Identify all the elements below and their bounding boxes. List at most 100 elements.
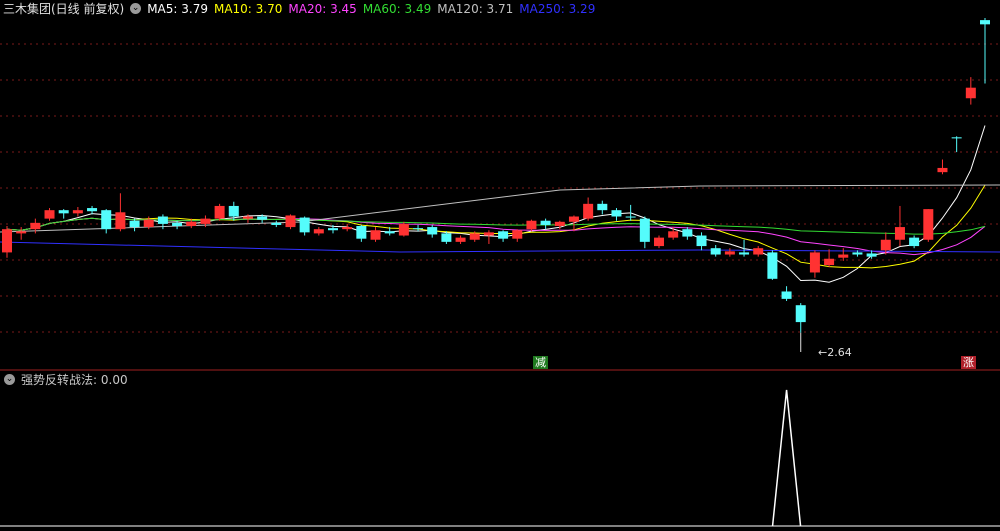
candle-body — [72, 210, 83, 214]
candle — [809, 250, 820, 278]
candle — [597, 200, 608, 215]
candle — [285, 214, 296, 230]
candle — [271, 220, 282, 228]
candle — [16, 227, 27, 240]
candle — [668, 227, 679, 240]
indicator-value: : 0.00 — [93, 373, 128, 387]
candle-body — [739, 252, 750, 255]
candle-body — [427, 227, 438, 235]
candle-body — [512, 230, 523, 239]
candle — [2, 226, 12, 258]
candle — [455, 235, 466, 244]
candle-body — [143, 219, 154, 228]
candle-body — [469, 233, 480, 240]
candle — [87, 205, 98, 215]
chart-grid — [0, 43, 1000, 333]
candle-body — [87, 208, 98, 212]
candle-body — [781, 291, 792, 299]
candle — [115, 193, 126, 232]
low-price-label: ←2.64 — [818, 346, 852, 359]
candle-body — [200, 218, 211, 224]
candle-body — [214, 205, 225, 219]
candle-body — [583, 203, 594, 219]
candle-body — [455, 237, 466, 242]
candle-body — [172, 222, 183, 227]
candle — [781, 286, 792, 301]
candle — [937, 159, 948, 175]
candle-body — [838, 254, 849, 258]
candle — [101, 209, 112, 234]
candle — [682, 227, 693, 240]
ma5-line — [6, 125, 986, 283]
candle-body — [313, 229, 324, 234]
candle — [923, 209, 934, 242]
candle — [58, 209, 69, 219]
candle-body — [384, 231, 395, 234]
candle-body — [299, 217, 310, 233]
candle — [483, 230, 494, 244]
candle — [696, 232, 707, 251]
candle — [980, 18, 990, 84]
candle-body — [554, 221, 565, 227]
candle-body — [753, 248, 764, 255]
kline-chart[interactable]: ←2.64 — [0, 0, 1000, 531]
candle — [739, 239, 750, 257]
candle-body — [568, 216, 579, 222]
indicator-title[interactable]: 强势反转战法 — [21, 371, 93, 389]
candle-body — [937, 167, 948, 173]
candle — [795, 303, 806, 333]
candle — [909, 235, 920, 249]
candle-body — [880, 239, 891, 251]
candle-body — [271, 222, 282, 225]
candle-body — [540, 220, 551, 225]
candle-body — [824, 258, 835, 266]
candle-body — [852, 252, 863, 255]
signal-rise-badge: 涨 — [961, 356, 976, 369]
candle-body — [356, 226, 367, 239]
candle — [540, 218, 551, 230]
candle-body — [682, 229, 693, 237]
candle — [611, 208, 622, 221]
candle — [44, 208, 55, 221]
candle-body — [654, 237, 664, 247]
candle — [838, 248, 849, 261]
candle-body — [44, 210, 55, 219]
candle — [398, 221, 409, 237]
candle-body — [909, 237, 920, 247]
candle-body — [129, 220, 140, 228]
signal-reduce-badge: 减 — [533, 356, 548, 369]
candle — [129, 218, 140, 232]
candle-body — [441, 233, 452, 242]
indicator-header: ⌄ 强势反转战法: 0.00 — [0, 371, 134, 389]
candle-body — [242, 216, 253, 219]
candle-body — [228, 205, 239, 217]
candle-body — [795, 305, 806, 323]
candlestick-series — [2, 18, 990, 333]
candle-body — [257, 216, 268, 220]
candle-body — [923, 209, 934, 240]
candle-body — [30, 222, 41, 230]
candle — [214, 203, 225, 221]
candle — [767, 250, 778, 280]
candle — [710, 245, 721, 257]
chevron-down-icon[interactable]: ⌄ — [4, 374, 15, 385]
candle-body — [710, 248, 721, 255]
candle — [313, 227, 324, 236]
candle — [299, 216, 310, 236]
candle-body — [526, 220, 537, 230]
candle — [583, 197, 594, 221]
candle-body — [58, 210, 69, 214]
candle-body — [696, 235, 707, 247]
candle-body — [894, 227, 905, 240]
low-price-marker: ←2.64 — [800, 332, 852, 359]
candle-body — [186, 221, 197, 227]
candle-body — [328, 228, 338, 231]
candle-body — [611, 210, 622, 217]
candle — [498, 230, 509, 242]
moving-average-lines — [0, 125, 1000, 283]
candle-body — [639, 218, 650, 242]
candle-body — [157, 216, 168, 224]
candle-body — [398, 223, 409, 236]
indicator-spike — [771, 389, 802, 527]
candle-body — [285, 215, 296, 228]
